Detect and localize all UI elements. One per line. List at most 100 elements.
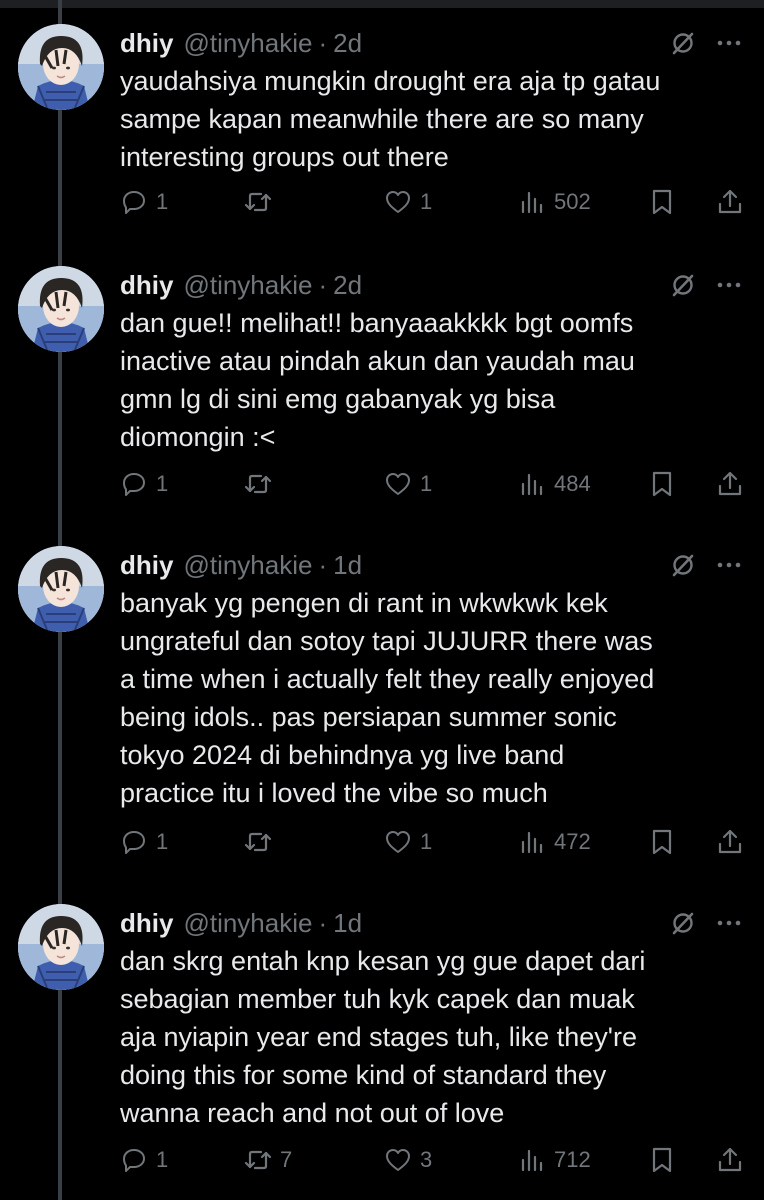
tweet-actions: 1 1 484 — [120, 466, 748, 502]
reply-icon — [123, 1149, 145, 1172]
heart-icon — [386, 831, 410, 853]
tweet-top-icons — [670, 910, 742, 936]
timestamp[interactable]: 2d — [333, 270, 362, 301]
reply-icon — [123, 473, 145, 496]
username-handle[interactable]: @tinyhakie — [183, 908, 312, 939]
tweet-header: dhiy @tinyhakie · 2d — [120, 266, 362, 304]
timestamp[interactable]: 1d — [333, 908, 362, 939]
views-button[interactable]: 484 — [518, 466, 591, 502]
reply-count: 1 — [156, 829, 169, 854]
like-button[interactable]: 1 — [384, 184, 432, 220]
tweet-top-icons — [670, 30, 742, 56]
views-icon — [521, 831, 543, 854]
heart-icon — [386, 191, 410, 213]
tweet-actions: 1 1 472 — [120, 824, 748, 860]
share-icon — [718, 1147, 742, 1172]
reply-button[interactable]: 1 — [120, 466, 168, 502]
like-count: 1 — [420, 471, 433, 496]
like-button[interactable]: 1 — [384, 824, 432, 860]
username-handle[interactable]: @tinyhakie — [183, 270, 312, 301]
avatar-image — [18, 266, 104, 352]
more-icon[interactable] — [716, 552, 742, 578]
bookmark-button[interactable] — [648, 824, 676, 860]
retweet-count: 7 — [280, 1147, 293, 1172]
avatar[interactable] — [18, 266, 104, 352]
display-name[interactable]: dhiy — [120, 28, 173, 59]
reply-button[interactable]: 1 — [120, 824, 168, 860]
views-icon — [521, 191, 543, 214]
share-icon — [718, 471, 742, 496]
timestamp[interactable]: 2d — [333, 28, 362, 59]
retweet-button[interactable]: 7 — [244, 1142, 292, 1178]
avatar[interactable] — [18, 546, 104, 632]
tweet-text: banyak yg pengen di rant in wkwkwk kek u… — [120, 588, 655, 808]
retweet-icon — [244, 832, 272, 852]
thread-timeline: dhiy @tinyhakie · 2d yaudahsiya mungkin … — [0, 0, 764, 1200]
username-handle[interactable]: @tinyhakie — [183, 28, 312, 59]
bookmark-button[interactable] — [648, 466, 676, 502]
view-count: 484 — [554, 471, 591, 496]
display-name[interactable]: dhiy — [120, 908, 173, 939]
views-button[interactable]: 502 — [518, 184, 591, 220]
bookmark-button[interactable] — [648, 1142, 676, 1178]
separator-dot: · — [318, 907, 328, 938]
username-handle[interactable]: @tinyhakie — [183, 550, 312, 581]
like-button[interactable]: 1 — [384, 466, 432, 502]
views-icon — [521, 473, 543, 496]
like-button[interactable]: 3 — [384, 1142, 432, 1178]
grok-icon[interactable] — [670, 552, 696, 578]
share-button[interactable] — [716, 824, 744, 860]
display-name[interactable]: dhiy — [120, 550, 173, 581]
tweet-text: dan skrg entah knp kesan yg gue dapet da… — [120, 946, 646, 1128]
view-count: 502 — [554, 189, 591, 214]
heart-icon — [386, 473, 410, 495]
bookmark-icon — [652, 1147, 672, 1173]
share-button[interactable] — [716, 184, 744, 220]
grok-icon[interactable] — [670, 272, 696, 298]
timestamp[interactable]: 1d — [333, 550, 362, 581]
share-icon — [718, 829, 742, 854]
heart-icon — [386, 1149, 410, 1171]
reply-button[interactable]: 1 — [120, 1142, 168, 1178]
grok-icon[interactable] — [670, 910, 696, 936]
tweet-header: dhiy @tinyhakie · 1d — [120, 904, 362, 942]
retweet-icon — [244, 1150, 272, 1170]
reply-count: 1 — [156, 471, 169, 496]
more-icon[interactable] — [716, 30, 742, 56]
retweet-icon — [244, 192, 272, 212]
avatar[interactable] — [18, 24, 104, 110]
bookmark-icon — [652, 189, 672, 215]
views-button[interactable]: 712 — [518, 1142, 591, 1178]
reply-icon — [123, 831, 145, 854]
grok-icon[interactable] — [670, 30, 696, 56]
retweet-button[interactable] — [244, 824, 280, 860]
tweet-header: dhiy @tinyhakie · 1d — [120, 546, 362, 584]
avatar-image — [18, 904, 104, 990]
like-count: 3 — [420, 1147, 433, 1172]
bookmark-button[interactable] — [648, 184, 676, 220]
more-icon[interactable] — [716, 272, 742, 298]
separator-dot: · — [318, 269, 328, 300]
top-divider — [0, 0, 764, 8]
avatar[interactable] — [18, 904, 104, 990]
bookmark-icon — [652, 471, 672, 497]
tweet-top-icons — [670, 552, 742, 578]
more-icon[interactable] — [716, 910, 742, 936]
reply-count: 1 — [156, 1147, 169, 1172]
tweet-actions: 1 1 502 — [120, 184, 748, 220]
tweet-top-icons — [670, 272, 742, 298]
tweet-actions: 1 7 3 712 — [120, 1142, 748, 1178]
share-button[interactable] — [716, 466, 744, 502]
share-icon — [718, 189, 742, 214]
view-count: 712 — [554, 1147, 591, 1172]
avatar-image — [18, 546, 104, 632]
share-button[interactable] — [716, 1142, 744, 1178]
display-name[interactable]: dhiy — [120, 270, 173, 301]
reply-icon — [123, 191, 145, 214]
tweet-text: yaudahsiya mungkin drought era aja tp ga… — [120, 66, 661, 172]
retweet-button[interactable] — [244, 466, 280, 502]
avatar-image — [18, 24, 104, 110]
retweet-button[interactable] — [244, 184, 280, 220]
views-button[interactable]: 472 — [518, 824, 591, 860]
reply-button[interactable]: 1 — [120, 184, 168, 220]
